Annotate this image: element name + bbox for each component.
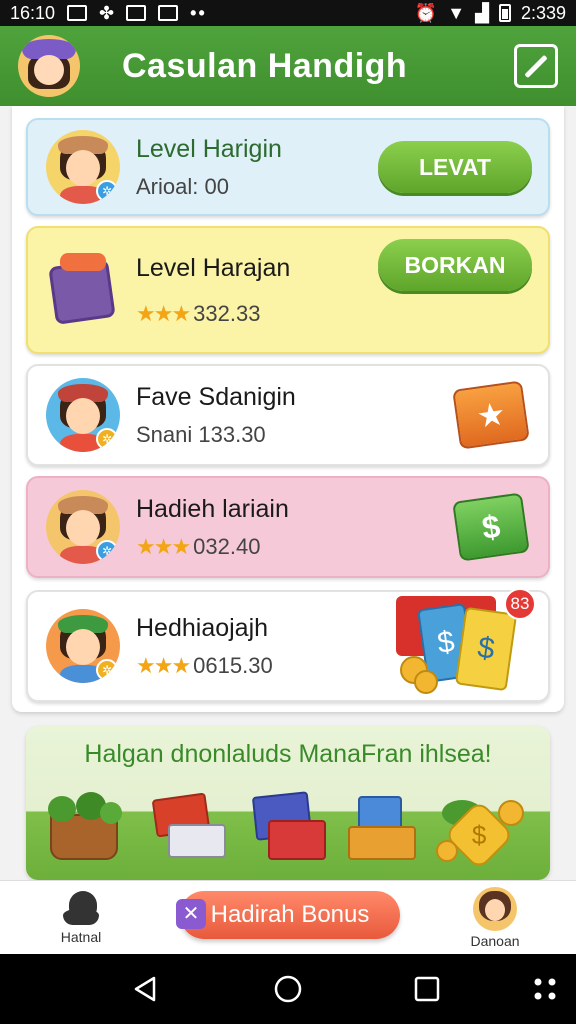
item-score: 032.40	[193, 533, 261, 559]
mail-icon	[158, 5, 179, 21]
item-subtitle: Arioal: 00	[136, 173, 229, 199]
list-item[interactable]: ✲ Hadieh lariain ★★★ 032.40 $	[26, 476, 550, 578]
rating-stars: ★★★	[136, 652, 191, 678]
nav-label: Danoan	[470, 933, 520, 949]
star-tile-icon[interactable]: ★	[452, 380, 530, 450]
rewards-banner[interactable]: Halgan dnonlaluds ManaFran ihlsea! $	[26, 726, 550, 880]
pencil-icon	[524, 54, 548, 78]
battery-icon	[498, 4, 511, 22]
sparkle-icon: ✲	[96, 428, 118, 450]
borkan-button[interactable]: BORKAN	[378, 239, 532, 291]
close-icon: ✕	[176, 899, 206, 929]
item-score: 332.33	[193, 300, 261, 326]
wifi-icon: ▼	[447, 2, 466, 23]
back-icon[interactable]	[130, 974, 160, 1004]
cash-tile-icon[interactable]: $	[452, 492, 530, 562]
snowflake-icon: ✲	[96, 540, 118, 562]
item-title: Hedhiaojajh	[136, 613, 269, 642]
app-title: Casulan Handigh	[122, 46, 408, 85]
sparkle-icon: ✲	[96, 659, 118, 681]
signal-icon: ▟	[475, 2, 489, 23]
more-dots-icon: ••	[190, 2, 207, 23]
item-title: Level Harajan	[136, 253, 291, 282]
nav-danoan[interactable]: Danoan	[450, 887, 540, 949]
money-bundle-icon[interactable]: $ $ 83	[396, 588, 536, 696]
rewards-headline: Halgan dnonlaluds ManaFran ihlsea!	[84, 740, 492, 768]
recents-icon[interactable]	[412, 974, 442, 1004]
character-avatar: ✲	[46, 490, 120, 564]
snowflake-icon: ✲	[96, 180, 118, 202]
app-bar: Casulan Handigh	[0, 26, 576, 106]
profile-avatar[interactable]	[18, 35, 80, 97]
profile-avatar-icon	[473, 887, 517, 931]
bonus-button[interactable]: ✕ Hadirah Bonus	[176, 891, 400, 939]
rating-stars: ★★★	[136, 533, 191, 559]
list-item[interactable]: ✲ Hedhiaojajh ★★★ 0615.30 $ $ 83	[26, 588, 550, 702]
grid-dots-icon[interactable]	[530, 974, 560, 1004]
bonus-label: Hadirah Bonus	[210, 901, 370, 928]
edit-button[interactable]	[514, 44, 558, 88]
list-item[interactable]: Level Harajan ★★★ 332.33 BORKAN	[26, 226, 550, 354]
item-title: Hadieh lariain	[136, 494, 289, 523]
character-avatar: ✲	[46, 130, 120, 204]
bottom-nav: Hatnal ✕ Hadirah Bonus Danoan	[0, 880, 576, 954]
notification-icon	[67, 5, 88, 21]
level-list: ✲ Level Harigin Arioal: 00 LEVAT Level H…	[12, 106, 564, 712]
alarm-icon: ⏰	[414, 2, 438, 23]
vegetable-basket-icon	[40, 790, 128, 866]
status-time-right: 2:339	[520, 2, 566, 23]
levat-button[interactable]: LEVAT	[378, 141, 532, 193]
gold-coins-icon: $	[436, 790, 524, 871]
nav-label: Hatnal	[60, 929, 102, 945]
gift-box-icon	[46, 253, 120, 327]
status-bar: 16:10 ✤ •• ⏰ ▼ ▟ 2:339	[0, 0, 576, 26]
character-silhouette-icon	[61, 887, 101, 927]
image-icon	[126, 5, 147, 21]
character-avatar: ✲	[46, 378, 120, 452]
system-nav-bar	[0, 954, 576, 1024]
character-avatar: ✲	[46, 609, 120, 683]
home-icon[interactable]	[273, 974, 303, 1004]
item-title: Level Harigin	[136, 134, 282, 163]
gift-stack-icon	[144, 790, 232, 866]
treasure-box-icon	[342, 790, 430, 866]
present-box-icon	[246, 790, 334, 866]
item-title: Fave Sdanigin	[136, 382, 296, 411]
item-score: 0615.30	[193, 652, 273, 678]
nav-hatnal[interactable]: Hatnal	[36, 887, 126, 945]
item-subtitle: Snani 133.30	[136, 421, 266, 447]
notification-badge: 83	[504, 588, 536, 620]
clover-icon: ✤	[99, 2, 115, 23]
list-item[interactable]: ✲ Level Harigin Arioal: 00 LEVAT	[26, 118, 550, 216]
rating-stars: ★★★	[136, 300, 191, 326]
status-time: 16:10	[10, 2, 56, 23]
list-item[interactable]: ✲ Fave Sdanigin Snani 133.30 ★	[26, 364, 550, 466]
